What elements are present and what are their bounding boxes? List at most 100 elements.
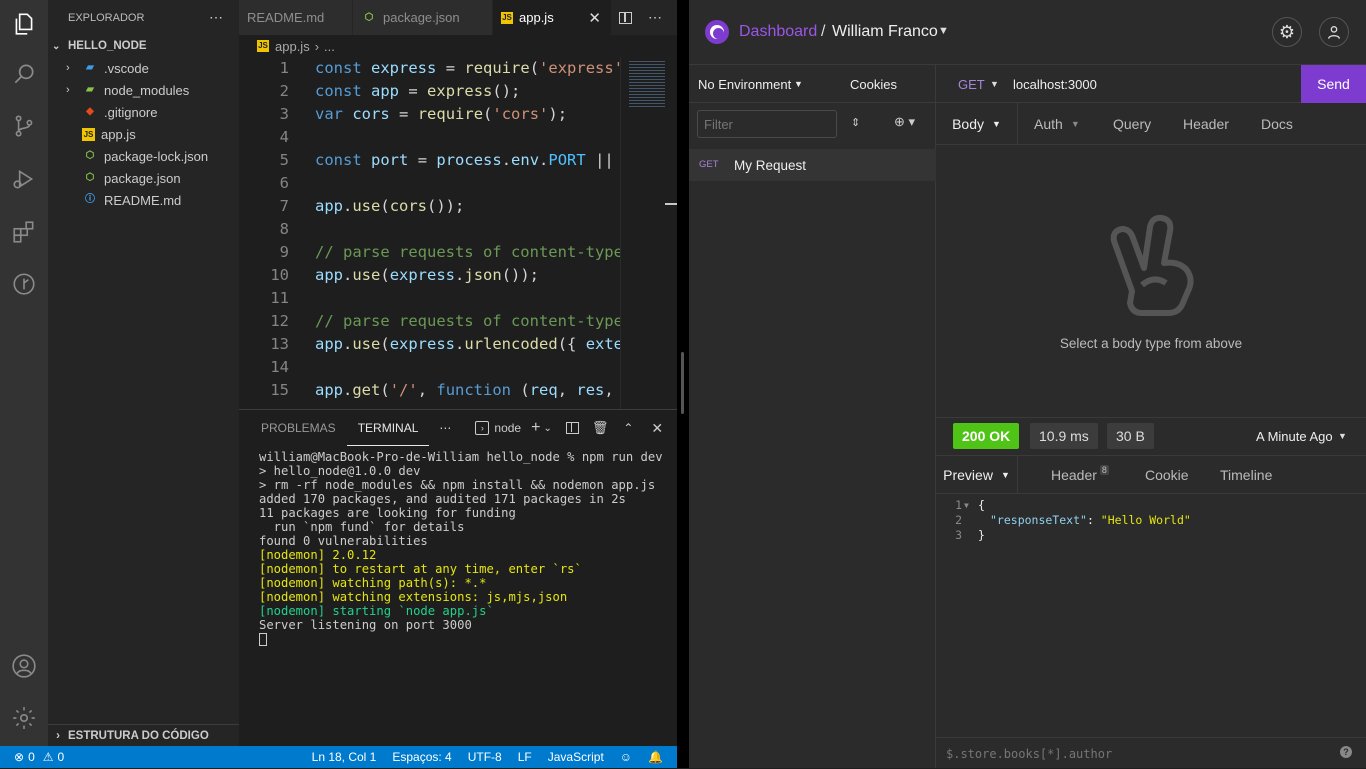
tab-label: Docs bbox=[1261, 116, 1293, 132]
tab-label: README.md bbox=[247, 10, 325, 25]
tab-body[interactable]: Body ▼ bbox=[936, 103, 1018, 145]
jsonpath-filter-input[interactable] bbox=[946, 744, 1316, 764]
status-text: 200 OK bbox=[962, 428, 1011, 444]
chevron-up-icon[interactable]: ⌃ bbox=[623, 421, 633, 435]
trash-icon[interactable]: 🗑 bbox=[592, 420, 609, 436]
caret-down-icon: ▼ bbox=[992, 119, 1001, 129]
file-name: README.md bbox=[104, 192, 182, 208]
tree-item-app-js[interactable]: JS app.js bbox=[48, 123, 239, 145]
help-icon[interactable]: ? bbox=[1340, 746, 1352, 758]
terminal-output[interactable]: william@MacBook-Pro-de-William hello_nod… bbox=[259, 450, 663, 646]
tab-label: TERMINAL bbox=[357, 420, 419, 435]
tree-item-node-modules[interactable]: › ▰ node_modules bbox=[48, 79, 239, 101]
git-graph-icon[interactable] bbox=[0, 260, 48, 308]
terminal-line: > rm -rf node_modules && npm install && … bbox=[259, 478, 656, 492]
tab-docs[interactable]: Docs bbox=[1261, 103, 1293, 145]
code-editor[interactable]: 1const express = require('express'); 2co… bbox=[239, 57, 620, 409]
insomnia-logo-icon[interactable] bbox=[705, 20, 729, 44]
environment-dropdown[interactable]: No Environment bbox=[698, 77, 791, 92]
json-value: "Hello World" bbox=[1100, 513, 1191, 527]
tab-timeline[interactable]: Timeline bbox=[1220, 456, 1272, 494]
tab-preview[interactable]: Preview ▼ bbox=[936, 456, 1018, 494]
breadcrumb-file[interactable]: app.js bbox=[275, 39, 310, 54]
indentation-status[interactable]: Espaços: 4 bbox=[392, 750, 451, 764]
cookies-button[interactable]: Cookies bbox=[850, 77, 897, 92]
workspace-dropdown[interactable]: William Franco bbox=[832, 23, 938, 41]
tree-item-vscode[interactable]: › ▰ .vscode bbox=[48, 57, 239, 79]
tab-cookie[interactable]: Cookie bbox=[1145, 456, 1189, 494]
account-button[interactable] bbox=[1319, 17, 1349, 47]
breadcrumb-symbol[interactable]: ... bbox=[324, 39, 335, 54]
cursor-position[interactable]: Ln 18, Col 1 bbox=[312, 750, 377, 764]
terminal-dropdown[interactable]: node bbox=[494, 421, 521, 435]
more-actions-icon[interactable]: ⋯ bbox=[209, 9, 223, 26]
terminal-line: 11 packages are looking for funding bbox=[259, 506, 516, 520]
eol-status[interactable]: LF bbox=[518, 750, 532, 764]
run-debug-icon[interactable] bbox=[0, 155, 48, 203]
response-body[interactable]: 1 ▼{ 2 "responseText": "Hello World" 3} bbox=[936, 498, 1366, 543]
add-plus-icon[interactable]: ⊕ ▾ bbox=[894, 114, 915, 130]
terminal-cursor bbox=[259, 633, 267, 646]
url-input[interactable]: localhost:3000 bbox=[1013, 77, 1097, 92]
file-name: node_modules bbox=[104, 82, 190, 98]
tab-auth[interactable]: Auth ▼ bbox=[1034, 103, 1080, 145]
search-icon[interactable] bbox=[0, 50, 48, 98]
tree-item-package-lock[interactable]: ⬡ package-lock.json bbox=[48, 145, 239, 167]
time-text: 10.9 ms bbox=[1039, 428, 1089, 444]
errors-status[interactable]: ⊗ 0 ⚠ 0 bbox=[14, 750, 64, 764]
request-item[interactable]: GET My Request bbox=[689, 149, 936, 181]
tab-response-header[interactable]: Header 8 bbox=[1051, 456, 1109, 494]
encoding-status[interactable]: UTF-8 bbox=[468, 750, 502, 764]
line-number: 13 bbox=[270, 335, 289, 353]
breadcrumb-separator: / bbox=[821, 23, 826, 40]
settings-button[interactable]: ⚙ bbox=[1272, 17, 1302, 47]
split-terminal-icon[interactable] bbox=[565, 422, 579, 434]
language-status[interactable]: JavaScript bbox=[548, 750, 604, 764]
fold-caret-icon[interactable]: ▼ bbox=[962, 498, 978, 513]
tab-header[interactable]: Header bbox=[1183, 103, 1229, 145]
tab-app-js[interactable]: JS app.js ✕ bbox=[493, 0, 612, 35]
close-icon[interactable]: ✕ bbox=[588, 9, 601, 27]
method-dropdown[interactable]: GET bbox=[958, 77, 985, 92]
split-editor-icon[interactable] bbox=[619, 11, 632, 24]
dashboard-link[interactable]: Dashboard bbox=[739, 23, 817, 41]
source-control-icon[interactable] bbox=[0, 102, 48, 150]
extensions-icon[interactable] bbox=[0, 208, 48, 256]
send-button[interactable]: Send bbox=[1301, 65, 1366, 103]
explorer-sidebar: EXPLORADOR ⋯ ⌄ HELLO_NODE › ▰ .vscode › … bbox=[48, 0, 239, 746]
add-terminal-icon[interactable]: + bbox=[531, 419, 540, 437]
tab-terminal[interactable]: TERMINAL bbox=[346, 410, 430, 446]
explorer-icon[interactable] bbox=[0, 0, 48, 48]
tab-query[interactable]: Query bbox=[1113, 103, 1151, 145]
minimap[interactable] bbox=[620, 57, 680, 409]
tab-readme[interactable]: README.md bbox=[239, 0, 353, 35]
more-actions-icon[interactable]: ⋯ bbox=[648, 9, 662, 26]
tab-package-json[interactable]: ⬡ package.json bbox=[353, 0, 493, 35]
tree-item-package-json[interactable]: ⬡ package.json bbox=[48, 167, 239, 189]
js-file-icon: JS bbox=[82, 127, 95, 141]
tab-problems[interactable]: PROBLEMAS bbox=[250, 410, 347, 446]
history-dropdown[interactable]: A Minute Ago bbox=[1256, 429, 1333, 444]
account-icon[interactable] bbox=[0, 642, 48, 690]
feedback-icon[interactable]: ☺ bbox=[620, 750, 632, 764]
line-number: 1 bbox=[279, 59, 289, 77]
close-icon[interactable]: ✕ bbox=[651, 420, 663, 437]
caret-down-icon[interactable]: ▼ bbox=[938, 25, 949, 37]
tab-label: app.js bbox=[519, 10, 554, 25]
line-number: 11 bbox=[270, 289, 289, 307]
outline-section[interactable]: › ESTRUTURA DO CÓDIGO bbox=[48, 724, 239, 746]
tree-item-readme[interactable]: ⓘ README.md bbox=[48, 189, 239, 211]
project-folder[interactable]: ⌄ HELLO_NODE bbox=[48, 35, 239, 57]
tree-item-gitignore[interactable]: ◆ .gitignore bbox=[48, 101, 239, 123]
filter-input[interactable] bbox=[697, 110, 837, 138]
line-number: 7 bbox=[279, 197, 289, 215]
chevron-right-icon: › bbox=[66, 62, 70, 74]
chevron-right-icon: › bbox=[314, 38, 320, 54]
more-actions-icon[interactable]: ⋯ bbox=[439, 421, 451, 435]
bell-icon[interactable]: 🔔 bbox=[648, 750, 663, 764]
caret-down-icon: ▼ bbox=[1338, 431, 1347, 441]
chevron-down-icon[interactable]: ⌄ bbox=[543, 423, 551, 434]
settings-gear-icon[interactable] bbox=[0, 694, 48, 742]
sort-icon[interactable]: ⇕ bbox=[851, 116, 860, 129]
window-divider bbox=[677, 0, 689, 768]
